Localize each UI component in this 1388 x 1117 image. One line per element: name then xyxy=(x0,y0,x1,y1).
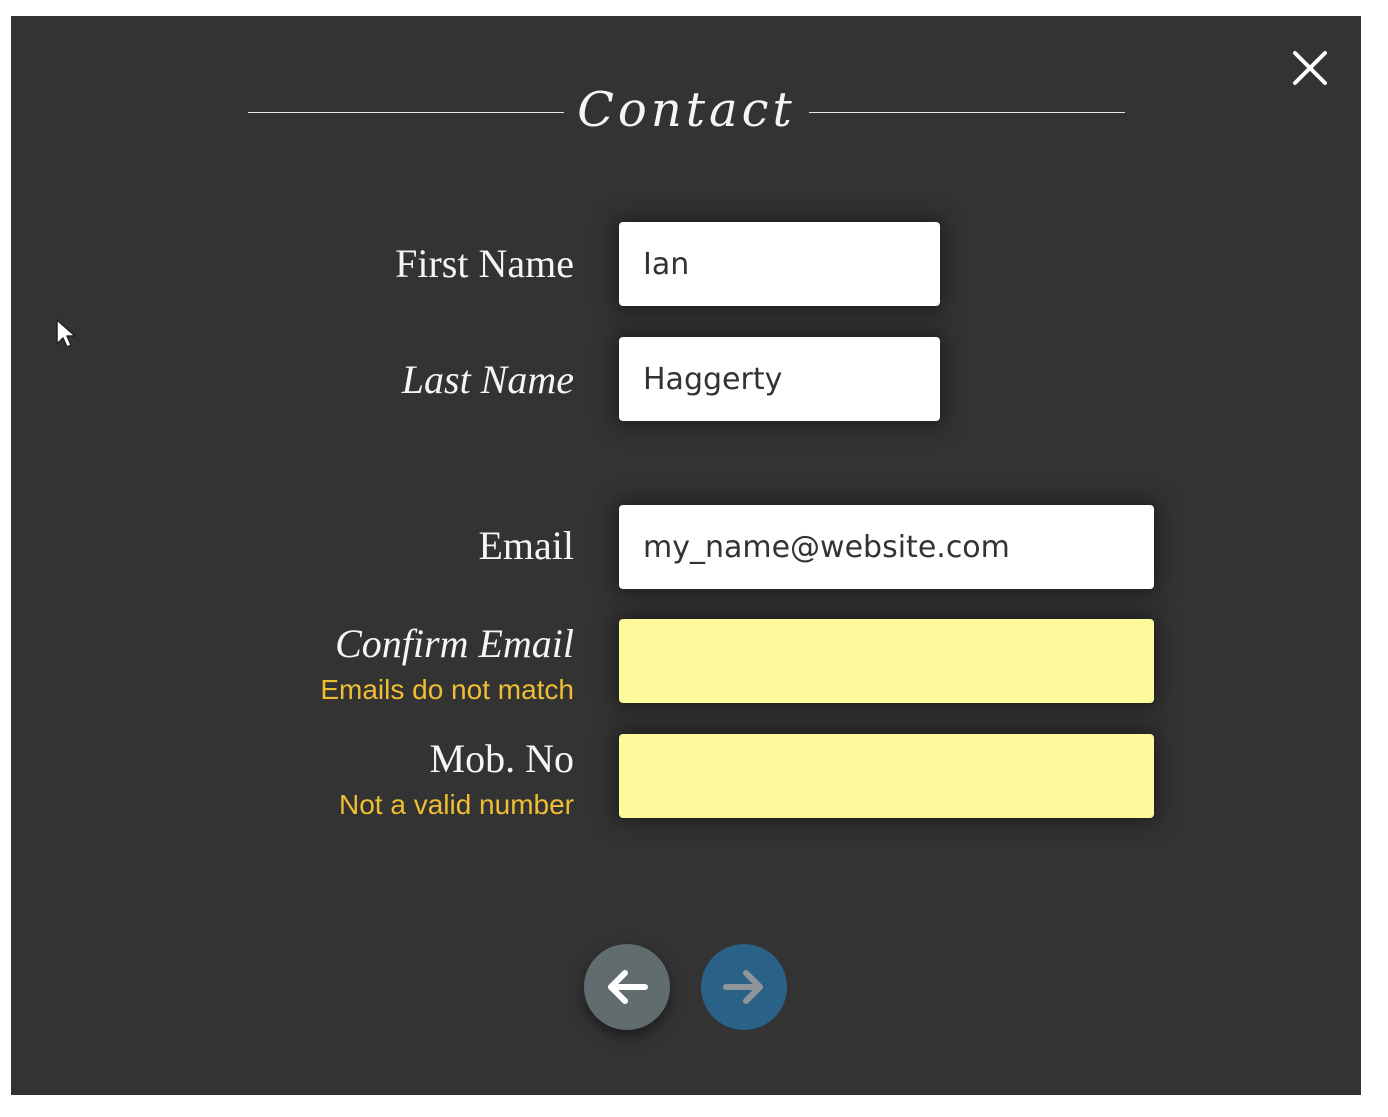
mobile-field[interactable] xyxy=(619,734,1154,818)
email-label: Email xyxy=(478,523,574,568)
first-name-field[interactable]: Ian xyxy=(619,222,940,306)
close-button[interactable] xyxy=(1291,49,1329,87)
last-name-label: Last Name xyxy=(401,357,574,402)
confirm-email-field[interactable] xyxy=(619,619,1154,703)
mouse-pointer-icon xyxy=(56,319,76,348)
confirm-email-error: Emails do not match xyxy=(320,674,574,705)
close-icon xyxy=(1293,51,1327,85)
last-name-field[interactable]: Haggerty xyxy=(619,337,940,421)
mobile-label: Mob. No xyxy=(429,736,574,781)
title-divider-left xyxy=(248,112,564,113)
arrow-right-icon xyxy=(723,970,763,1004)
first-name-label: First Name xyxy=(395,241,574,286)
email-field[interactable]: my_name@website.com xyxy=(619,505,1154,589)
confirm-email-label: Confirm Email xyxy=(335,621,574,666)
title-divider-right xyxy=(809,112,1125,113)
next-button[interactable] xyxy=(701,944,787,1030)
mobile-error: Not a valid number xyxy=(338,789,574,820)
previous-button[interactable] xyxy=(584,944,670,1030)
arrow-left-icon xyxy=(608,970,648,1004)
dialog-title: Contact xyxy=(577,82,796,138)
contact-dialog: Contact First Name Ian Last Name Haggert… xyxy=(11,16,1361,1095)
